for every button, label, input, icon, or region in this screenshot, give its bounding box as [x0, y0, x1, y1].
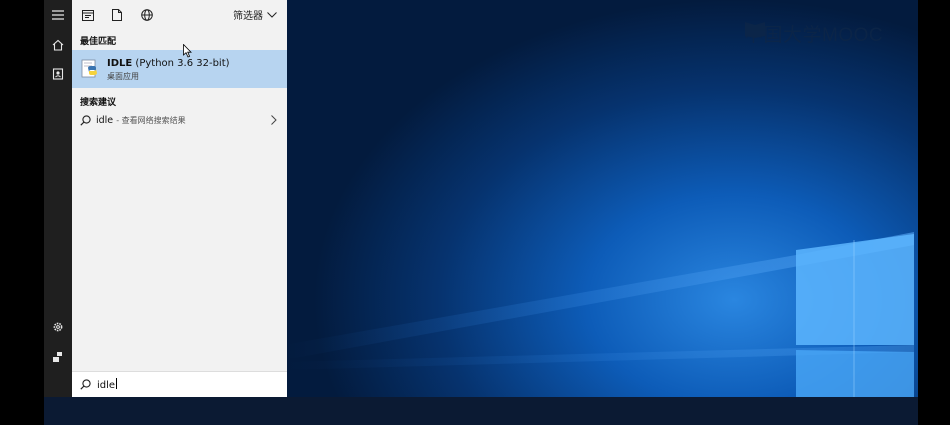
- search-input[interactable]: idle: [72, 371, 287, 397]
- mooc-logo-icon: [745, 22, 765, 38]
- best-match-heading: 最佳匹配: [80, 37, 117, 47]
- python-idle-icon: [81, 59, 97, 78]
- mouse-cursor-icon: [183, 44, 192, 58]
- search-suggestions-heading: 搜索建议: [80, 98, 117, 108]
- document-icon[interactable]: [109, 7, 125, 23]
- letterbox-right: [918, 0, 950, 425]
- search-toolbar: 筛选器: [72, 0, 287, 30]
- suggestion-hint: - 查看网络搜索结果: [116, 116, 186, 125]
- globe-icon[interactable]: [139, 7, 155, 23]
- chevron-right-icon: [271, 115, 277, 125]
- search-box-icon: [80, 379, 91, 390]
- text-caret: [116, 378, 118, 389]
- taskbar: [44, 397, 918, 425]
- search-icon: [80, 115, 91, 126]
- best-match-title: IDLE (Python 3.6 32-bit): [107, 58, 230, 69]
- app-name: IDLE: [107, 58, 133, 69]
- best-match-result[interactable]: IDLE (Python 3.6 32-bit) 桌面应用: [72, 50, 287, 88]
- filter-label: 筛选器: [233, 11, 263, 22]
- home-icon[interactable]: [44, 31, 72, 59]
- suggestion-text: idle - 查看网络搜索结果: [96, 115, 186, 126]
- app-detail: (Python 3.6 32-bit): [135, 58, 230, 69]
- search-results-panel: 筛选器 最佳匹配 IDLE (Python 3.6 32-bit) 桌面应用 搜…: [72, 0, 287, 397]
- suggestion-query: idle: [96, 115, 114, 126]
- start-rail: [44, 0, 72, 397]
- user-icon[interactable]: [44, 343, 72, 371]
- settings-icon[interactable]: [44, 313, 72, 341]
- mooc-watermark: 中国大学MOOC: [744, 20, 883, 46]
- filter-dropdown[interactable]: 筛选器: [233, 7, 277, 22]
- search-input-value: idle: [97, 380, 116, 391]
- menu-icon[interactable]: [44, 1, 72, 29]
- letterbox-left: [0, 0, 44, 425]
- app-type: 桌面应用: [107, 72, 139, 81]
- app-window-icon[interactable]: [80, 7, 96, 23]
- chevron-down-icon: [267, 11, 277, 18]
- search-input-value-wrap: idle: [97, 378, 118, 391]
- web-search-suggestion[interactable]: idle - 查看网络搜索结果: [72, 110, 287, 132]
- contacts-icon[interactable]: [44, 60, 72, 88]
